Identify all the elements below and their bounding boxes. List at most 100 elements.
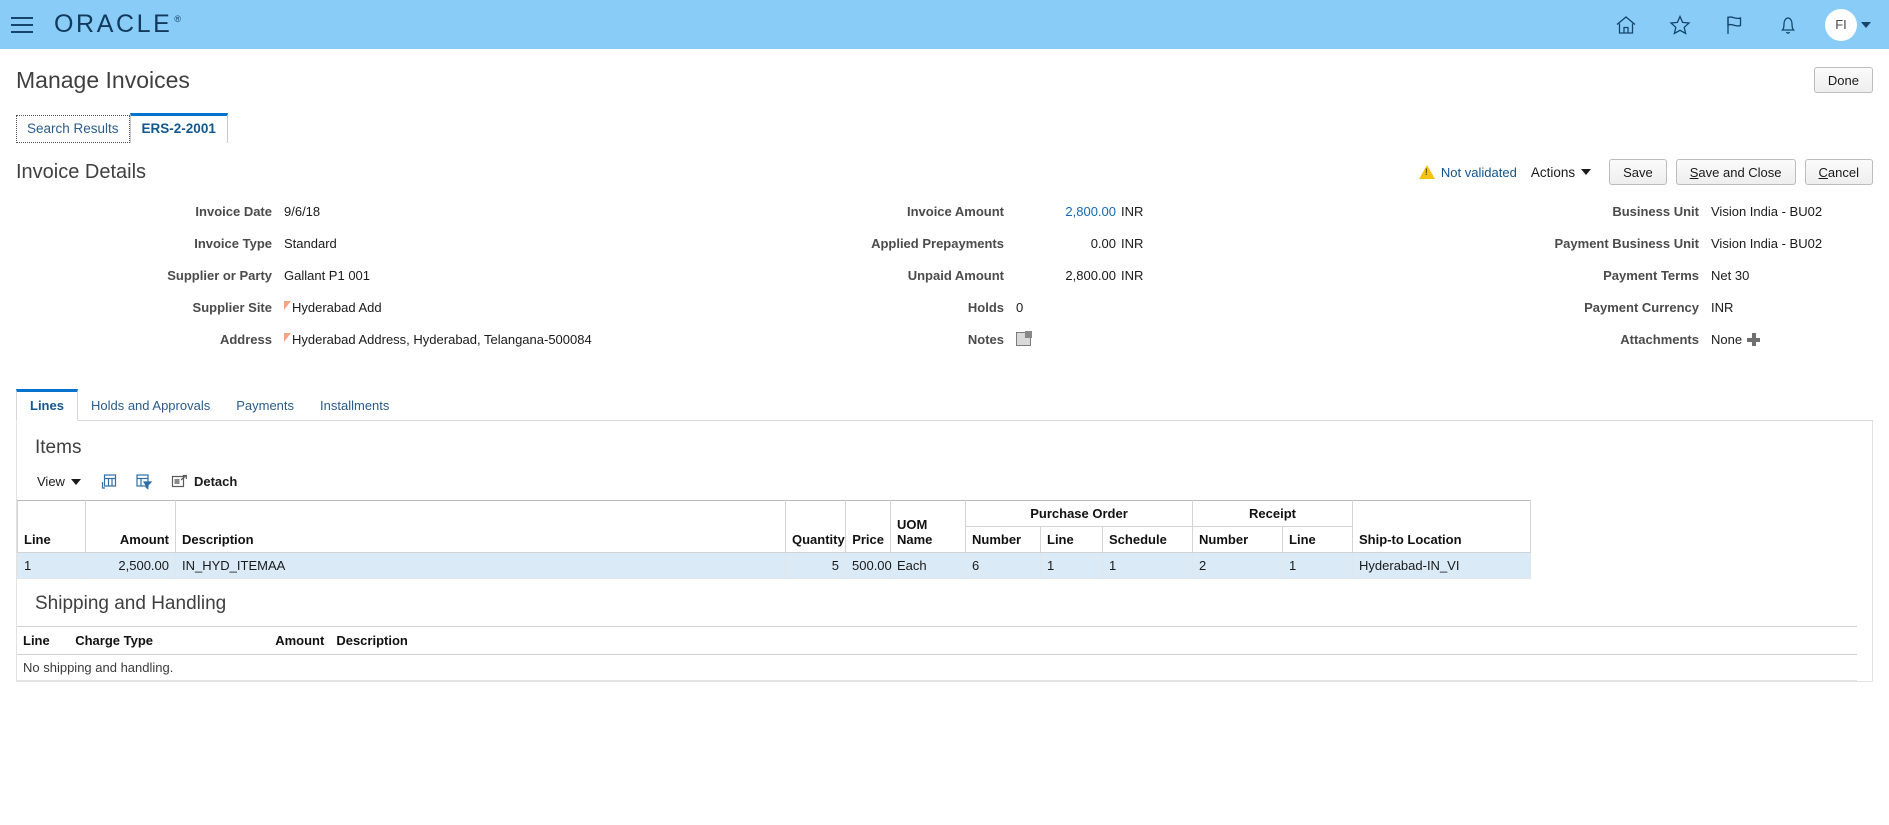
save-and-close-label-rest: ave and Close [1698,164,1782,180]
actions-menu-button[interactable]: Actions [1530,164,1592,180]
currency-label: INR [1121,268,1144,283]
details-column-1: Invoice Date 9/6/18 Invoice Type Standar… [16,199,636,359]
tab-holds-and-approvals[interactable]: Holds and Approvals [78,390,223,420]
field-notes: Notes [636,327,1256,359]
cell-ship-to-location[interactable]: Hyderabad-IN_VI [1352,552,1532,579]
field-supplier-or-party: Supplier or Party Gallant P1 001 [16,263,636,295]
field-label: Invoice Type [194,236,272,251]
col-amount[interactable]: Amount [85,500,176,553]
cell-uom-name[interactable]: Each [890,552,966,579]
field-applied-prepayments: Applied Prepayments 0.00 INR [636,231,1256,263]
done-button[interactable]: Done [1813,67,1873,93]
save-and-close-button[interactable]: Save and Close [1675,159,1796,185]
breadcrumb: Search Results ERS-2-2001 [0,111,1889,143]
tab-lines[interactable]: Lines [16,389,78,421]
cell-po-line[interactable]: 1 [1040,552,1103,579]
field-value-wrap: Hyderabad Add [284,300,382,316]
page-title-row: Manage Invoices Done [0,49,1889,97]
breadcrumb-tab-search-results[interactable]: Search Results [16,115,130,143]
field-label: Invoice Amount [906,204,1004,219]
flag-icon[interactable] [1707,0,1761,49]
cell-po-number[interactable]: 6 [965,552,1041,579]
columns-icon[interactable] [99,473,117,490]
section-title: Invoice Details [16,160,147,183]
detach-label: Detach [193,474,238,489]
currency-label: INR [1121,236,1144,251]
tab-installments[interactable]: Installments [307,390,402,420]
col-description[interactable]: Description [175,500,786,553]
col-uom-name[interactable]: UOM Name [890,500,966,553]
tab-payments[interactable]: Payments [223,390,307,420]
field-label: Supplier or Party [167,268,272,283]
cell-quantity[interactable]: 5 [785,552,846,579]
actions-menu-label: Actions [1530,164,1576,180]
col-receipt-number[interactable]: Number [1192,526,1284,553]
required-flag-icon [284,333,291,342]
field-value-wrap: 2,800.00 INR [1016,204,1143,220]
trademark-icon: ® [174,14,184,24]
user-menu[interactable]: FI [1825,8,1871,41]
save-button[interactable]: Save [1609,159,1667,185]
field-label: Applied Prepayments [871,236,1004,251]
hamburger-icon[interactable] [0,0,44,49]
col-ship-to-location[interactable]: Ship-to Location [1352,500,1532,553]
field-value[interactable]: 2,800.00 [1016,204,1116,220]
field-value: Hyderabad Address, Hyderabad, Telangana-… [292,332,592,347]
plus-icon[interactable] [1747,333,1761,346]
filter-icon[interactable] [135,473,153,490]
field-value: Net 30 [1711,268,1750,283]
field-label: Business Unit [1612,204,1699,219]
view-menu-button[interactable]: View [37,474,81,489]
cell-description[interactable]: IN_HYD_ITEMAA [175,552,786,579]
field-invoice-amount: Invoice Amount 2,800.00 INR [636,199,1256,231]
field-label: Supplier Site [192,300,272,315]
notes-icon[interactable] [1016,331,1032,346]
cell-po-schedule[interactable]: 1 [1101,552,1194,579]
field-invoice-date: Invoice Date 9/6/18 [16,199,636,231]
col-quantity[interactable]: Quantity [785,500,846,553]
field-label: Unpaid Amount [907,268,1004,283]
field-value: INR [1711,300,1734,315]
field-value: None [1711,332,1743,347]
col-ship-amount[interactable]: Amount [244,626,331,655]
cell-receipt-line[interactable]: 1 [1282,552,1354,579]
chevron-down-icon [1581,169,1592,175]
col-ship-description[interactable]: Description [330,626,1857,655]
field-value: Gallant P1 001 [284,268,371,283]
cell-line[interactable]: 1 [17,552,86,579]
field-payment-currency: Payment Currency INR [1256,295,1856,327]
detach-button[interactable]: Detach [171,474,237,490]
col-po-line[interactable]: Line [1040,526,1103,553]
chevron-down-icon [70,478,81,485]
field-value-wrap: Hyderabad Address, Hyderabad, Telangana-… [284,332,592,348]
page-title: Manage Invoices [16,66,190,93]
bell-icon[interactable] [1761,0,1815,49]
table-row[interactable]: 1 2,500.00 IN_HYD_ITEMAA 5 500.00 Each 6… [17,552,1532,579]
cancel-button[interactable]: Cancel [1804,159,1873,185]
col-receipt-line[interactable]: Line [1282,526,1354,553]
cell-amount[interactable]: 2,500.00 [85,552,176,579]
field-value: 0 [1016,300,1024,315]
col-ship-charge-type[interactable]: Charge Type [69,626,245,655]
col-po-number[interactable]: Number [965,526,1041,553]
breadcrumb-tab-invoice[interactable]: ERS-2-2001 [129,113,228,143]
field-value: Standard [284,236,337,251]
view-menu-label: View [37,474,65,489]
field-attachments: Attachments None [1256,327,1856,359]
invoice-details-header: Invoice Details Not validated Actions Sa… [0,143,1889,185]
col-line[interactable]: Line [17,500,86,553]
cancel-label-rest: ancel [1827,164,1859,180]
status-badge: Not validated [1418,165,1517,180]
cell-price[interactable]: 500.00 [845,552,892,579]
col-group-receipt: Receipt [1192,500,1354,527]
shipping-table: Line Charge Type Amount Description No s… [17,626,1857,681]
col-price[interactable]: Price [845,500,891,553]
star-icon[interactable] [1653,0,1707,49]
field-label: Payment Business Unit [1554,236,1700,251]
cell-receipt-number[interactable]: 2 [1192,552,1284,579]
field-payment-business-unit: Payment Business Unit Vision India - BU0… [1256,231,1856,263]
col-ship-line[interactable]: Line [17,626,70,655]
details-column-2: Invoice Amount 2,800.00 INR Applied Prep… [636,199,1256,359]
home-icon[interactable] [1599,0,1653,49]
col-po-schedule[interactable]: Schedule [1101,526,1194,553]
